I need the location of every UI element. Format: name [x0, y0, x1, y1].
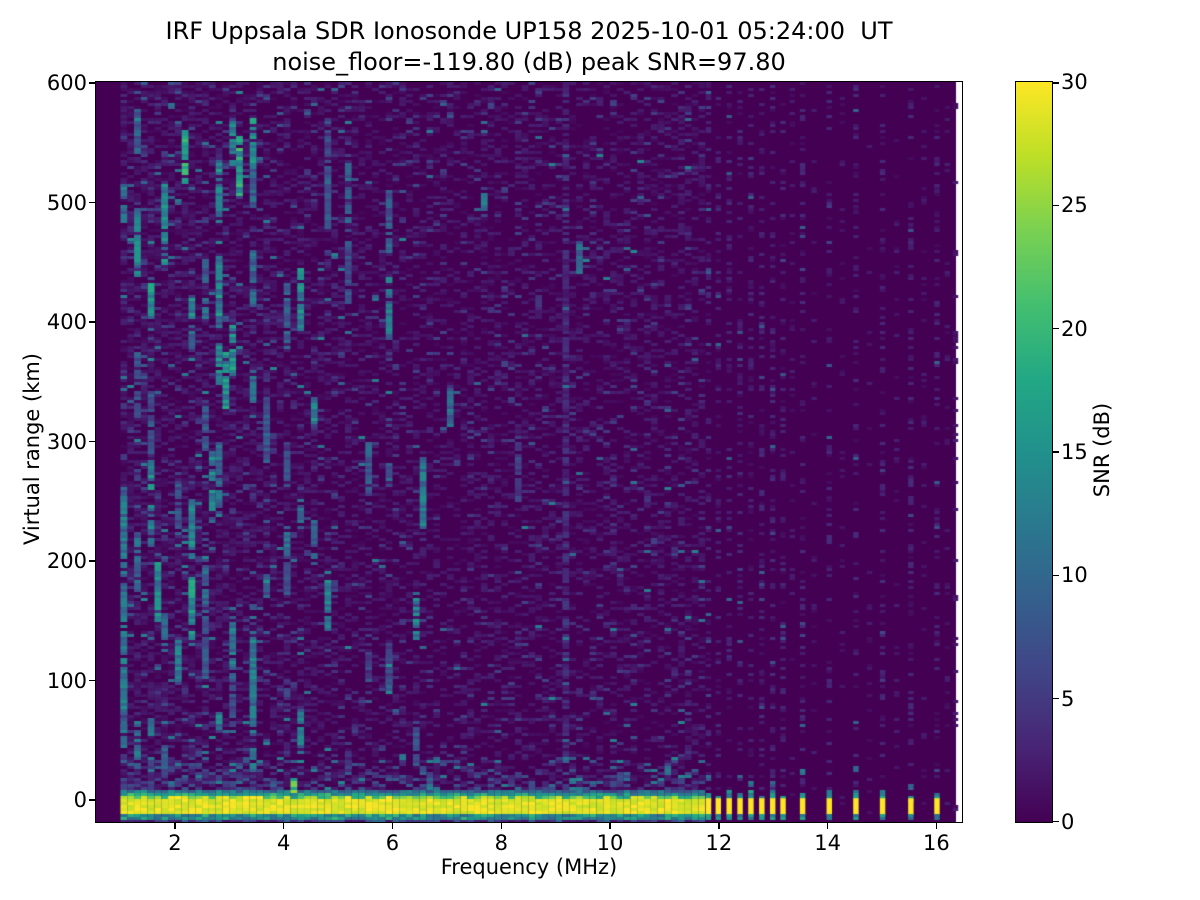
y-tick-label: 600: [46, 71, 87, 96]
y-tick-mark: [89, 321, 96, 323]
colorbar-tick-mark: [1053, 82, 1059, 84]
figure-title-line2: noise_floor=-119.80 (dB) peak SNR=97.80: [272, 48, 786, 76]
colorbar-tick-mark: [1053, 697, 1059, 700]
y-tick-mark: [89, 560, 96, 562]
colorbar-tick-label: 20: [1061, 316, 1088, 341]
x-tick-mark: [609, 822, 611, 829]
y-tick-label: 500: [46, 190, 87, 215]
figure-title-line1: IRF Uppsala SDR Ionosonde UP158 2025-10-…: [165, 17, 893, 45]
ionogram-figure: IRF Uppsala SDR Ionosonde UP158 2025-10-…: [0, 0, 1200, 900]
x-tick-label: 14: [814, 831, 841, 855]
x-tick-mark: [718, 822, 720, 829]
x-tick-mark: [935, 822, 938, 829]
x-axis-label: Frequency (MHz): [440, 855, 618, 879]
x-tick-label: 8: [494, 831, 508, 855]
colorbar-tick-mark: [1053, 574, 1059, 577]
x-tick-mark: [174, 822, 176, 829]
colorbar-tick-label: 0: [1061, 810, 1075, 834]
x-tick-label: 10: [596, 831, 624, 855]
colorbar-tick-label: 10: [1061, 563, 1088, 588]
y-tick-mark: [89, 201, 96, 204]
colorbar-tick-mark: [1053, 204, 1059, 207]
x-tick-label: 2: [168, 831, 182, 855]
y-tick-label: 400: [46, 310, 87, 335]
x-tick-mark: [826, 822, 829, 829]
y-tick-mark: [89, 799, 96, 801]
y-tick-mark: [89, 82, 96, 84]
colorbar-tick-label: 25: [1061, 193, 1088, 218]
colorbar-tick-mark: [1053, 327, 1059, 330]
colorbar-label: SNR (dB): [1090, 402, 1114, 498]
ionogram-heatmap-canvas: [96, 82, 962, 822]
x-tick-label: 12: [705, 831, 733, 855]
x-tick-mark: [282, 822, 285, 829]
y-tick-label: 100: [46, 668, 87, 693]
y-tick-mark: [89, 440, 96, 443]
x-tick-mark: [391, 822, 394, 829]
colorbar-gradient: [1016, 82, 1052, 822]
colorbar-tick-label: 5: [1061, 686, 1075, 711]
colorbar-tick-mark: [1053, 451, 1059, 453]
x-tick-label: 16: [923, 831, 950, 855]
y-tick-label: 0: [73, 788, 87, 812]
y-tick-label: 200: [46, 549, 87, 574]
y-tick-label: 300: [46, 429, 87, 454]
x-tick-mark: [500, 822, 502, 829]
colorbar-tick-mark: [1053, 820, 1059, 822]
x-tick-label: 4: [276, 831, 291, 855]
colorbar-tick-label: 30: [1061, 70, 1088, 94]
x-tick-label: 6: [385, 831, 400, 855]
y-tick-mark: [89, 679, 96, 682]
